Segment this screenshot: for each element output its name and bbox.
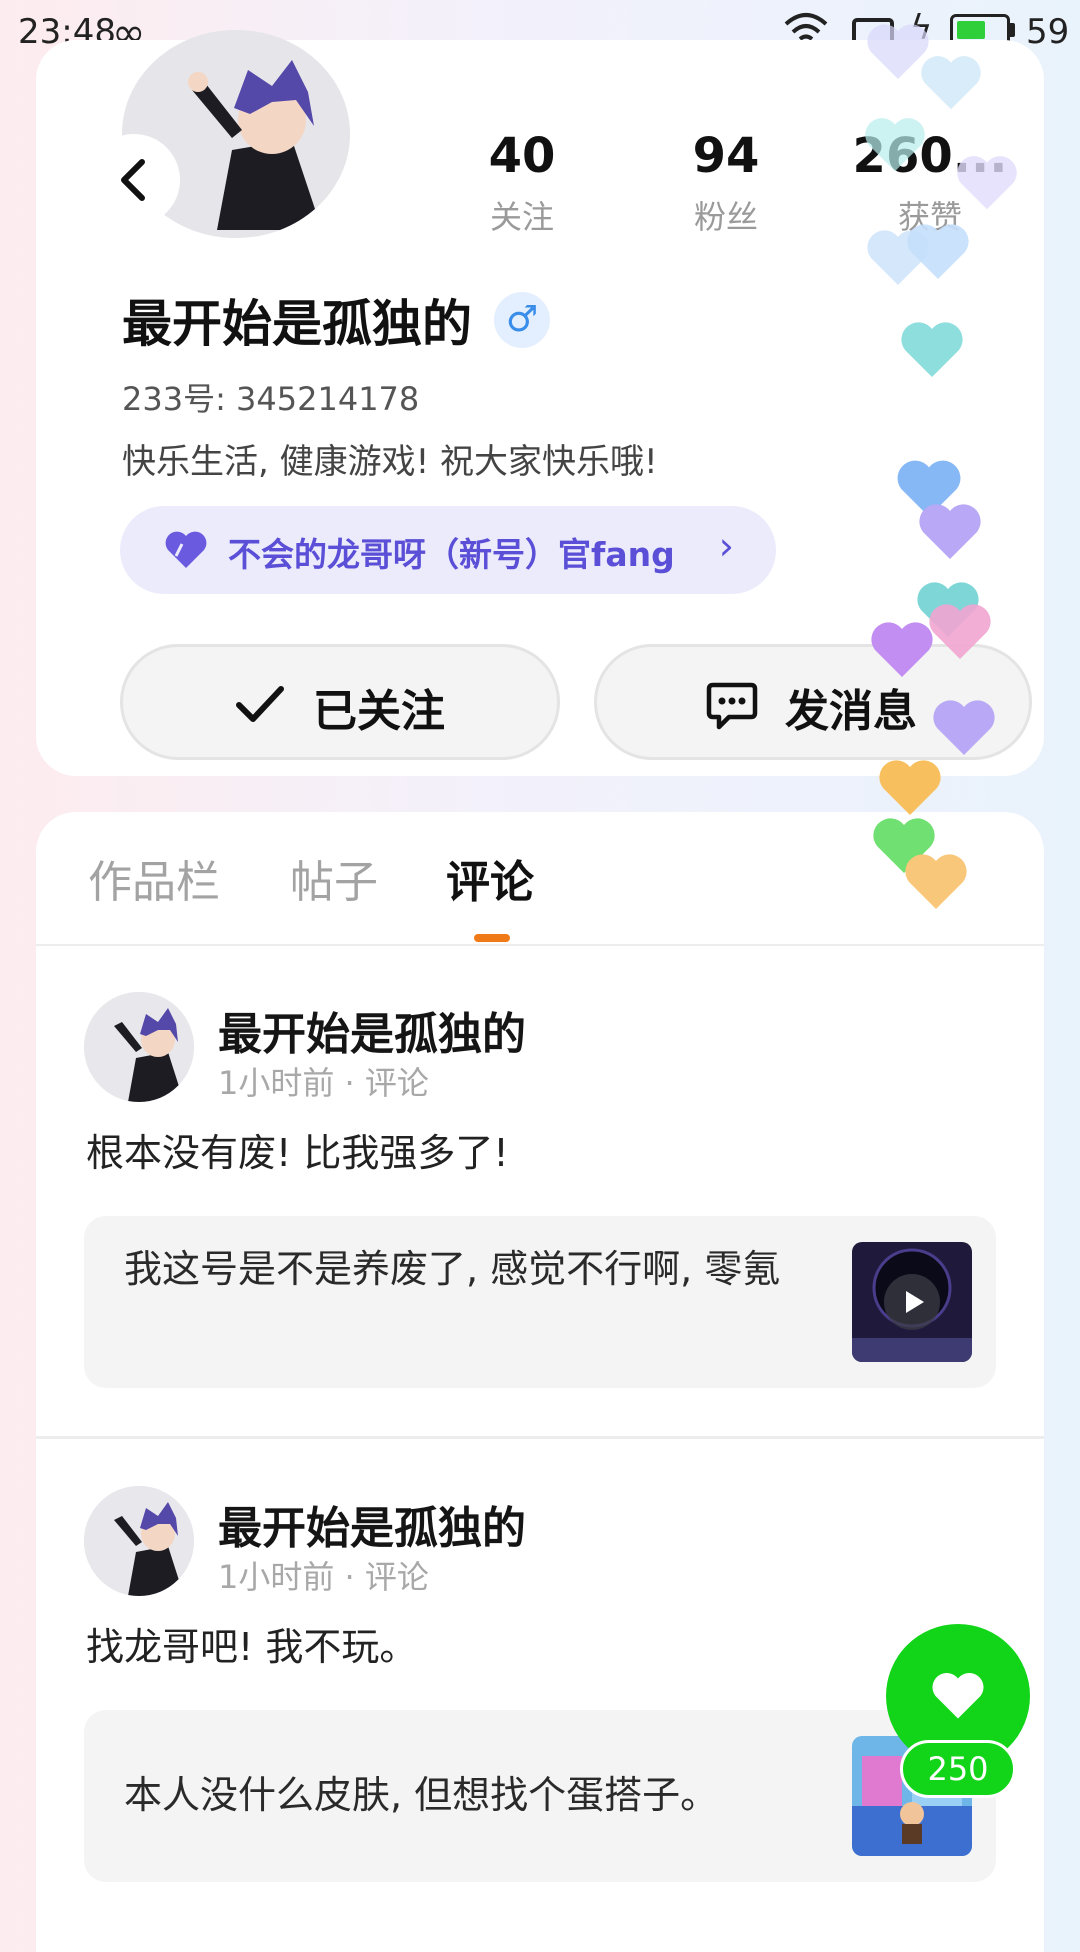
floating-heart-icon	[907, 224, 969, 279]
comment-item[interactable]: 最开始是孤独的 1小时前 · 评论 根本没有废! 比我强多了!	[36, 992, 1044, 1242]
followed-button[interactable]: 已关注	[120, 644, 560, 760]
battery-percent: 59	[1026, 12, 1070, 52]
quoted-post[interactable]: 本人没什么皮肤, 但想找个蛋搭子。	[84, 1710, 996, 1882]
stat-following[interactable]: 40 关注	[422, 126, 622, 238]
followed-label: 已关注	[313, 686, 445, 737]
play-icon	[884, 1274, 940, 1330]
avatar[interactable]	[84, 992, 194, 1102]
tab-comments[interactable]: 评论	[446, 846, 534, 910]
check-icon	[236, 686, 284, 722]
avatar-character-image	[84, 992, 194, 1102]
floating-heart-icon	[871, 622, 933, 677]
comment-meta: 1小时前 · 评论	[218, 1064, 429, 1102]
quoted-post-thumbnail[interactable]	[852, 1242, 972, 1362]
followers-count: 94	[692, 128, 760, 184]
floating-heart-icon	[921, 56, 981, 110]
gender-male-icon: ♂	[494, 292, 550, 348]
following-label: 关注	[489, 198, 554, 236]
content-card: 作品栏 帖子 评论 最开始是孤独的 1小时前 · 评论 根本没有废! 比我强多了…	[36, 812, 1044, 1952]
profile-username: 最开始是孤独的	[122, 295, 472, 353]
avatar[interactable]	[84, 1486, 194, 1596]
fan-club-tag[interactable]: 不会的龙哥呀（新号）官fang ›	[120, 506, 776, 594]
floating-heart-icon	[919, 504, 981, 559]
stat-followers[interactable]: 94 粉丝	[626, 126, 826, 238]
floating-heart-icon	[905, 854, 967, 909]
back-arrow-icon	[121, 159, 145, 201]
fan-club-label: 不会的龙哥呀（新号）官fang	[228, 535, 675, 574]
chat-bubble-icon	[706, 682, 758, 730]
quoted-post[interactable]: 我这号是不是养废了, 感觉不行啊, 零氪	[84, 1216, 996, 1388]
quoted-post-text: 我这号是不是养废了, 感觉不行啊, 零氪	[124, 1247, 781, 1291]
user-id: 233号: 345214178	[122, 380, 420, 418]
avatar-character-image	[84, 1486, 194, 1596]
comment-text: 根本没有废! 比我强多了!	[86, 1131, 509, 1175]
chevron-right-icon: ›	[718, 524, 734, 568]
tab-posts[interactable]: 帖子	[290, 846, 378, 910]
divider	[36, 944, 1044, 946]
active-tab-indicator	[474, 934, 510, 942]
floating-heart-icon	[957, 156, 1017, 210]
heart-icon	[932, 1673, 984, 1719]
like-count-badge: 250	[900, 1740, 1016, 1798]
floating-heart-icon	[865, 118, 925, 172]
comment-author[interactable]: 最开始是孤独的	[218, 998, 526, 1062]
back-button[interactable]	[88, 134, 180, 226]
following-count: 40	[488, 128, 556, 184]
user-bio: 快乐生活, 健康游戏! 祝大家快乐哦!	[122, 442, 658, 482]
comment-meta: 1小时前 · 评论	[218, 1558, 429, 1596]
comment-author[interactable]: 最开始是孤独的	[218, 1492, 526, 1556]
divider	[36, 1436, 1044, 1439]
floating-heart-icon	[901, 322, 963, 377]
heart-icon	[165, 531, 207, 568]
comment-text: 找龙哥吧! 我不玩。	[86, 1625, 418, 1669]
tab-works[interactable]: 作品栏	[88, 846, 220, 910]
quoted-post-text: 本人没什么皮肤, 但想找个蛋搭子。	[124, 1773, 719, 1817]
followers-label: 粉丝	[693, 198, 758, 236]
